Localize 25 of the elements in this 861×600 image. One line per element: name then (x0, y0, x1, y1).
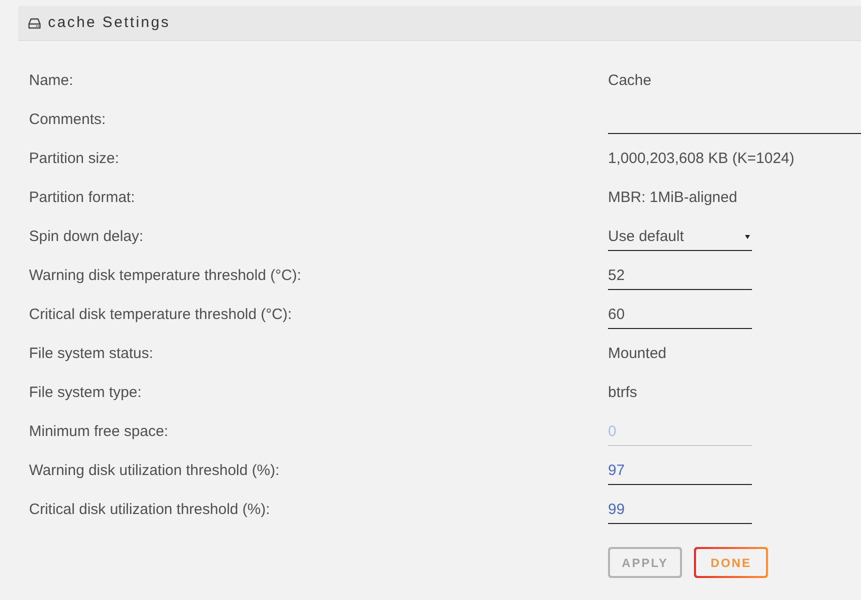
value-text: MBR: 1MiB-aligned (608, 188, 738, 208)
field-label: Warning disk temperature threshold (°C): (29, 266, 302, 286)
field-label: Warning disk utilization threshold (%): (29, 461, 280, 481)
field-label: Partition size: (29, 149, 120, 169)
input-field[interactable]: 60 (608, 305, 752, 329)
input-field[interactable]: 52 (608, 266, 752, 290)
field-label: Critical disk utilization threshold (%): (29, 500, 271, 520)
field-label: Critical disk temperature threshold (°C): (29, 305, 293, 325)
drive-icon (28, 18, 41, 28)
panel-title: cache Settings (48, 12, 170, 33)
value-text: Mounted (608, 344, 666, 364)
input-field[interactable]: 97 (608, 461, 752, 485)
field-label: Name: (29, 71, 74, 91)
field-label: Partition format: (29, 188, 136, 208)
dropdown[interactable]: Use default (608, 227, 752, 251)
field-label: Spin down delay: (29, 227, 144, 247)
caret-icon (745, 235, 750, 239)
field-label: File system status: (29, 344, 154, 364)
field-label: Minimum free space: (29, 422, 170, 442)
input-field[interactable]: 99 (608, 500, 752, 524)
field-label: File system type: (29, 383, 143, 403)
value-text: btrfs (608, 383, 638, 403)
value-text: Cache (608, 71, 652, 91)
field-label: Comments: (29, 110, 107, 130)
value-text: 1,000,203,608 KB (K=1024) (608, 149, 794, 169)
